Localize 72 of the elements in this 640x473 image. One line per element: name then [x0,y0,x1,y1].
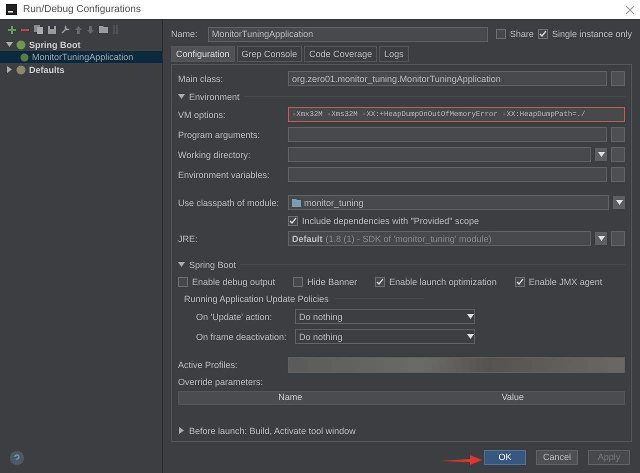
section-title: Spring Boot [189,260,236,270]
field-label: Active Profiles: [178,360,239,370]
checkbox-label: Share [510,29,534,40]
field-label: JRE: [178,234,199,244]
checkbox-label: Enable JMX agent [528,276,602,287]
add-icon[interactable] [8,26,16,34]
checkbox[interactable] [538,29,548,40]
active-profiles-field[interactable] [288,356,625,373]
checkbox[interactable] [375,276,386,287]
app-logo-icon [6,4,17,15]
jre-select[interactable]: Default (1.8 (1) - SDK of 'monitor_tuning' module) [288,231,591,246]
folder-icon[interactable] [99,26,108,33]
field-label: Name: [171,29,199,40]
copy-icon[interactable] [34,25,43,34]
expand-arrow-icon[interactable] [178,93,185,100]
column-header: Name [277,392,304,404]
browse-button[interactable] [611,71,625,86]
checkbox[interactable] [288,216,298,226]
module-folder-icon [292,198,301,207]
expand-arrow-icon[interactable] [6,66,13,73]
column-header: Value [500,392,525,404]
save-icon[interactable] [48,26,56,34]
tab[interactable]: Grep Console [236,46,302,62]
move-down-icon[interactable] [87,26,94,34]
main-class-field[interactable]: org.zero01.monitor_tuning.MonitorTuningApplication [288,71,607,86]
expand-arrow-icon[interactable] [178,261,185,268]
checkbox-label: Enable launch optimization [389,276,497,287]
field-label: Program arguments: [178,130,262,140]
group-title: Running Application Update Policies [184,294,329,304]
help-icon[interactable] [13,454,21,462]
checkbox[interactable] [178,276,188,287]
input-field[interactable] [288,167,607,182]
wrench-icon[interactable] [61,25,70,34]
close-icon[interactable] [626,6,634,14]
checkbox-label: Hide Banner [307,276,358,287]
window-title: Run/Debug Configurations [23,4,142,15]
field-label: On frame deactivation: [196,332,288,342]
browse-button[interactable] [611,167,625,182]
checkbox-label: Enable debug output [192,276,276,287]
module-select[interactable]: monitor_tuning [288,195,609,210]
browse-button[interactable] [611,127,625,142]
dropdown-arrow-icon [467,334,474,340]
field-label: Main class: [178,74,224,84]
field-label: Working directory: [178,150,252,160]
checkbox[interactable] [514,276,525,287]
input-field[interactable] [288,127,607,142]
field-label: Environment variables: [178,170,271,180]
checkbox[interactable] [496,29,506,40]
dropdown-arrow-icon [467,314,474,320]
section-title: Environment [189,92,240,102]
name-field[interactable]: MonitorTuningApplication [208,26,488,42]
checkbox-label: Include dependencies with "Provided" scope [302,216,480,226]
policy-select[interactable]: Do nothing [295,329,475,344]
field-label: Use classpath of module: [178,198,280,208]
tree-item[interactable]: Spring Boot [29,40,80,50]
tab[interactable]: Code Coverage [304,46,378,62]
checkbox-label: Single instance only [552,29,632,40]
section-title[interactable]: Before launch: Build, Activate tool window [189,426,356,436]
field-label: On 'Update' action: [196,312,273,322]
checkbox[interactable] [293,276,304,287]
field-label: VM options: [178,110,227,120]
policy-select[interactable]: Do nothing [295,309,475,324]
tab[interactable]: Configuration [171,46,235,62]
move-up-icon[interactable] [75,26,82,34]
dialog-button[interactable]: Cancel [536,450,578,465]
tree-item[interactable]: Defaults [29,64,65,74]
input-field[interactable] [288,147,591,162]
expand-arrow-icon[interactable] [178,427,185,434]
field-label: Override parameters: [178,376,264,387]
tab[interactable]: Logs [379,46,409,62]
expand-arrow-icon[interactable] [6,41,13,48]
dialog-button[interactable]: OK [484,450,526,465]
